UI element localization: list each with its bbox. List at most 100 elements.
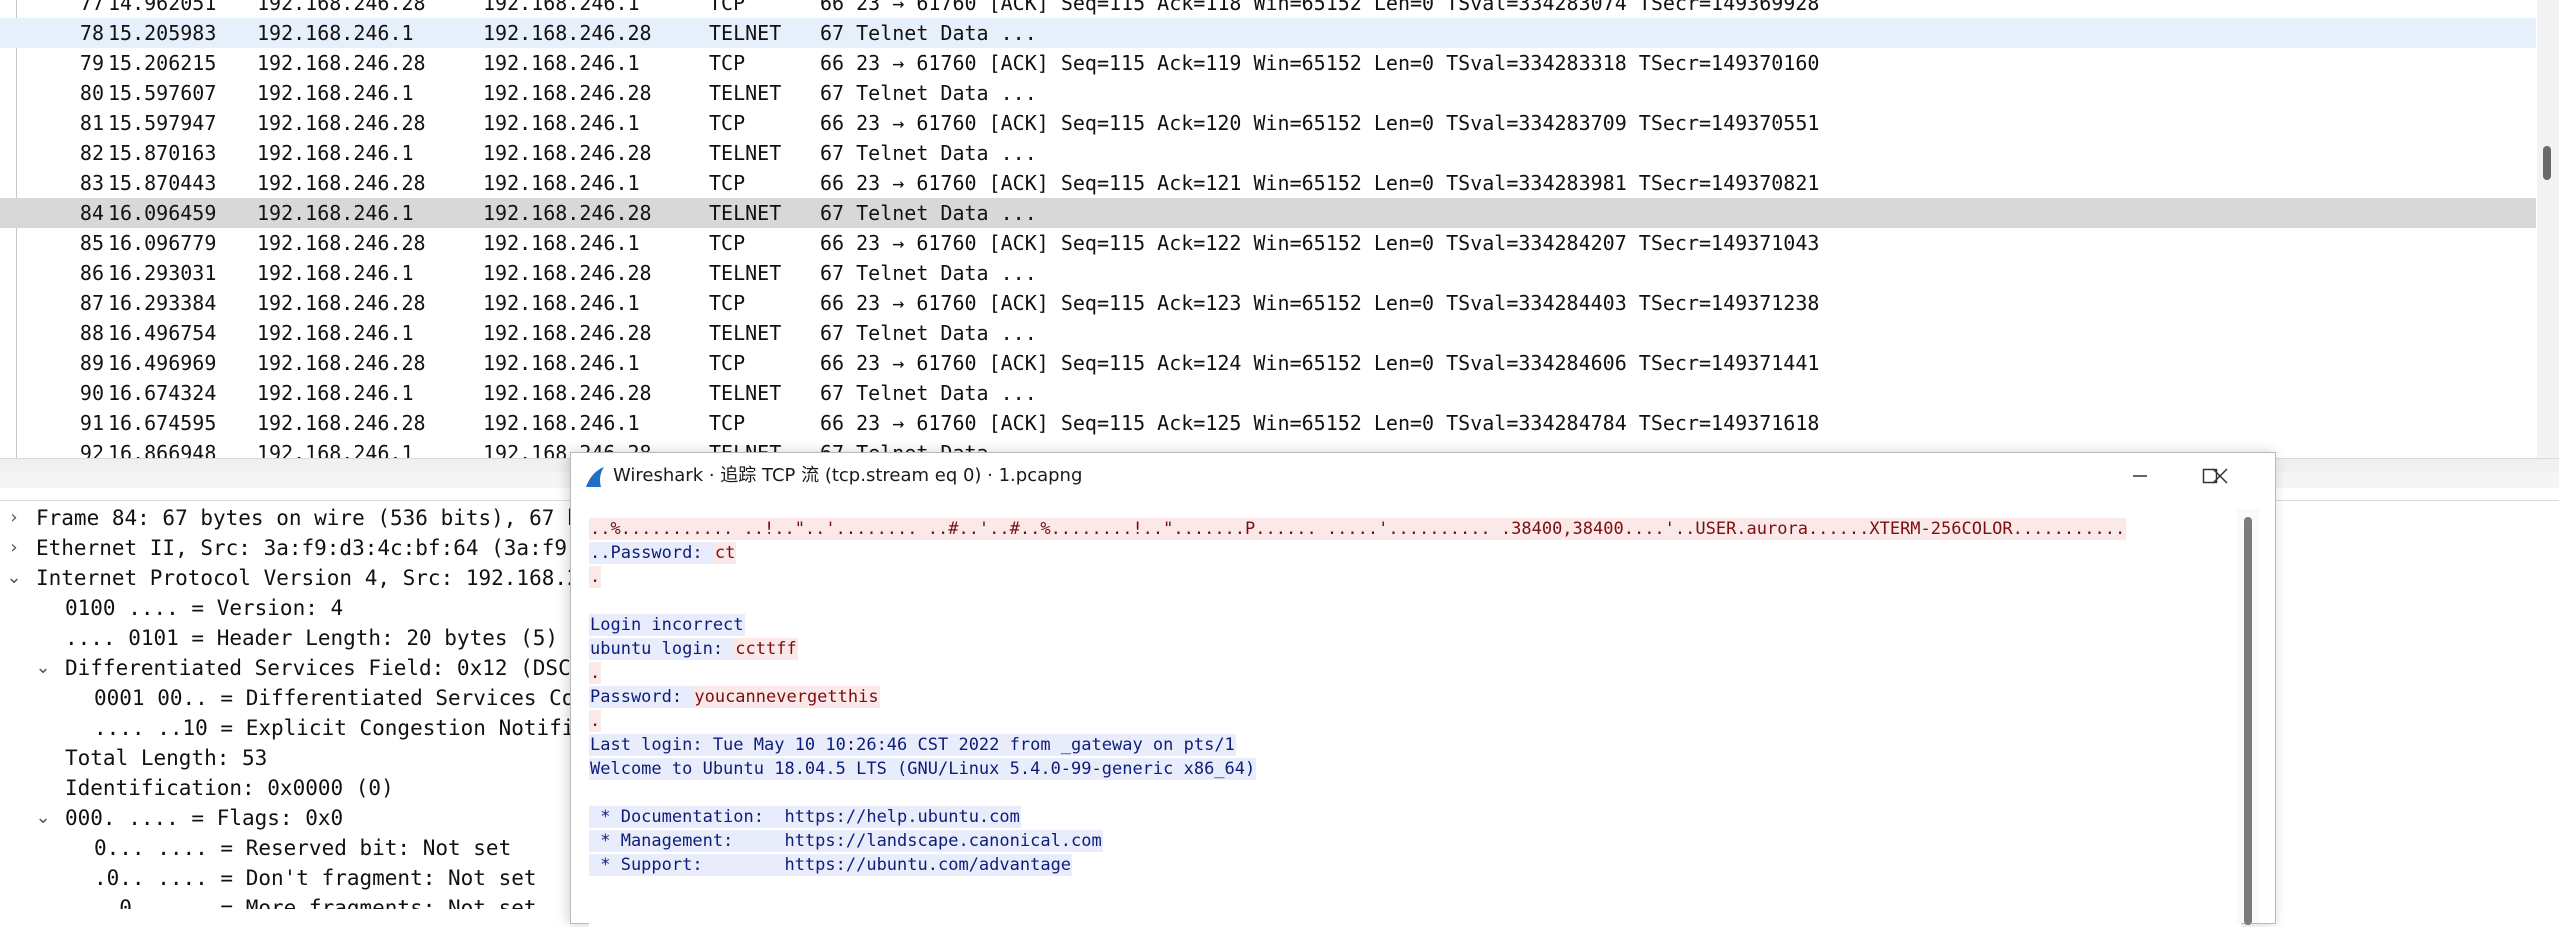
chevron-down-icon[interactable]: ⌄ — [4, 563, 24, 593]
packet-cell-dst: 192.168.246.1 — [483, 351, 640, 375]
packet-list[interactable]: 77 14.962051 192.168.246.28 192.168.246.1 TC… — [0, 0, 2559, 458]
packet-row[interactable]: 89 16.496969 192.168.246.28 192.168.246.1 TC… — [0, 348, 2536, 378]
packet-row[interactable]: 83 15.870443 192.168.246.28 192.168.246.1 TC… — [0, 168, 2536, 198]
packet-cell-time: 15.870443 — [108, 171, 217, 195]
packet-cell-proto: TCP — [709, 231, 746, 255]
packet-cell-info: 66 23 → 61760 [ACK] Seq=115 Ack=121 Win=… — [820, 171, 1820, 195]
packet-list-vscroll-thumb[interactable] — [2543, 146, 2551, 180]
packet-cell-dst: 192.168.246.1 — [483, 51, 640, 75]
packet-cell-proto: TCP — [709, 171, 746, 195]
packet-row[interactable]: 80 15.597607 192.168.246.1 192.168.246.28 TE… — [0, 78, 2536, 108]
packet-cell-time: 16.096459 — [108, 201, 217, 225]
client-data: ..%........... ..!.."..'........ ..#..'.… — [589, 518, 2127, 540]
chevron-right-icon[interactable]: › — [4, 533, 24, 563]
packet-details-tree[interactable]: › Frame 84: 67 bytes on wire (536 bits), … — [0, 503, 600, 909]
packet-cell-dst: 192.168.246.28 — [483, 201, 652, 225]
packet-cell-proto: TELNET — [709, 141, 782, 165]
detail-tree-label: Ethernet II, Src: 3a:f9:d3:4c:bf:64 (3a:… — [36, 536, 580, 560]
packet-cell-time: 16.293031 — [108, 261, 217, 285]
packet-cell-proto: TELNET — [709, 261, 782, 285]
chevron-right-icon[interactable]: › — [4, 503, 24, 533]
stream-line: * Management: https://landscape.canonica… — [589, 829, 1103, 853]
packet-row[interactable]: 82 15.870163 192.168.246.1 192.168.246.28 TE… — [0, 138, 2536, 168]
packet-cell-no: 88 — [79, 321, 104, 345]
packet-cell-info: 66 23 → 61760 [ACK] Seq=115 Ack=118 Win=… — [820, 0, 1820, 15]
packet-row[interactable]: 91 16.674595 192.168.246.28 192.168.246.1 TC… — [0, 408, 2536, 438]
packet-cell-src: 192.168.246.1 — [257, 201, 414, 225]
packet-row[interactable]: 86 16.293031 192.168.246.1 192.168.246.28 TE… — [0, 258, 2536, 288]
packet-cell-proto: TCP — [709, 411, 746, 435]
detail-tree-item[interactable]: › Ethernet II, Src: 3a:f9:d3:4c:bf:64 (3a… — [0, 533, 600, 563]
stream-vscroll-thumb[interactable] — [2244, 517, 2252, 925]
packet-cell-time: 15.597607 — [108, 81, 217, 105]
dialog-title: Wireshark · 追踪 TCP 流 (tcp.stream eq 0) ·… — [613, 465, 1083, 486]
detail-tree-label: .0.. .... = Don't fragment: Not set — [94, 866, 537, 890]
packet-cell-info: 67 Telnet Data ... — [820, 261, 1037, 285]
detail-tree-item[interactable]: 0001 00.. = Differentiated Services Co — [0, 683, 600, 713]
chevron-down-icon[interactable]: ⌄ — [33, 653, 53, 683]
packet-list-vscrollbar[interactable] — [2537, 0, 2559, 458]
detail-tree-item[interactable]: .... ..10 = Explicit Congestion Notifi — [0, 713, 600, 743]
packet-cell-src: 192.168.246.28 — [257, 351, 426, 375]
detail-tree-label: .... 0101 = Header Length: 20 bytes (5) — [65, 626, 559, 650]
packet-cell-time: 15.206215 — [108, 51, 217, 75]
detail-tree-item[interactable]: ..0. .... = More fragments: Not set — [0, 893, 600, 909]
packet-cell-src: 192.168.246.28 — [257, 291, 426, 315]
dialog-title-bar[interactable]: Wireshark · 追踪 TCP 流 (tcp.stream eq 0) ·… — [571, 453, 2275, 499]
detail-tree-item[interactable]: ⌄ 000. .... = Flags: 0x0 — [0, 803, 600, 833]
detail-tree-label: 0... .... = Reserved bit: Not set — [94, 836, 512, 860]
packet-cell-dst: 192.168.246.28 — [483, 141, 652, 165]
stream-line: ubuntu login: ccttff — [589, 637, 798, 661]
client-data: youcannevergetthis — [693, 686, 880, 708]
stream-line: Login incorrect — [589, 613, 745, 637]
detail-tree-item[interactable]: .... 0101 = Header Length: 20 bytes (5) — [0, 623, 600, 653]
packet-row[interactable]: 81 15.597947 192.168.246.28 192.168.246.1 TC… — [0, 108, 2536, 138]
packet-row[interactable]: 88 16.496754 192.168.246.1 192.168.246.28 TE… — [0, 318, 2536, 348]
client-data: . — [589, 710, 602, 732]
packet-row[interactable]: 79 15.206215 192.168.246.28 192.168.246.1 TC… — [0, 48, 2536, 78]
packet-cell-time: 16.674324 — [108, 381, 217, 405]
packet-cell-no: 78 — [79, 21, 104, 45]
stream-vscrollbar[interactable] — [2237, 509, 2259, 925]
minimize-button[interactable] — [2105, 453, 2175, 499]
packet-row[interactable]: 84 16.096459 192.168.246.1 192.168.246.28 TE… — [0, 198, 2536, 228]
stream-line: . — [589, 709, 602, 733]
wireshark-fin-icon — [586, 467, 604, 487]
packet-cell-proto: TCP — [709, 291, 746, 315]
packet-row[interactable]: 85 16.096779 192.168.246.28 192.168.246.1 TC… — [0, 228, 2536, 258]
packet-cell-info: 66 23 → 61760 [ACK] Seq=115 Ack=125 Win=… — [820, 411, 1820, 435]
detail-tree-item[interactable]: .0.. .... = Don't fragment: Not set — [0, 863, 600, 893]
packet-cell-info: 67 Telnet Data ... — [820, 81, 1037, 105]
packet-cell-time: 16.293384 — [108, 291, 217, 315]
packet-row[interactable]: 77 14.962051 192.168.246.28 192.168.246.1 TC… — [0, 0, 2536, 18]
packet-row[interactable]: 78 15.205983 192.168.246.1 192.168.246.28 TE… — [0, 18, 2536, 48]
detail-tree-item[interactable]: ⌄ Differentiated Services Field: 0x12 (DS… — [0, 653, 600, 683]
stream-line: . — [589, 661, 602, 685]
follow-tcp-stream-dialog[interactable]: Wireshark · 追踪 TCP 流 (tcp.stream eq 0) ·… — [570, 452, 2276, 927]
packet-cell-proto: TELNET — [709, 201, 782, 225]
client-data: ct — [713, 542, 737, 564]
packet-cell-src: 192.168.246.1 — [257, 261, 414, 285]
packet-row[interactable]: 90 16.674324 192.168.246.1 192.168.246.28 TE… — [0, 378, 2536, 408]
detail-tree-item[interactable]: 0... .... = Reserved bit: Not set — [0, 833, 600, 863]
detail-tree-item[interactable]: Total Length: 53 — [0, 743, 600, 773]
server-data: * Documentation: https://help.ubuntu.com — [589, 806, 1021, 828]
detail-tree-item[interactable]: › Frame 84: 67 bytes on wire (536 bits), … — [0, 503, 600, 533]
detail-tree-label: 0100 .... = Version: 4 — [65, 596, 344, 620]
packet-cell-src: 192.168.246.28 — [257, 231, 426, 255]
detail-tree-item[interactable]: Identification: 0x0000 (0) — [0, 773, 600, 803]
client-data: . — [589, 662, 602, 684]
server-data: Last login: Tue May 10 10:26:46 CST 2022… — [589, 734, 1236, 756]
server-data: Welcome to Ubuntu 18.04.5 LTS (GNU/Linux… — [589, 758, 1257, 780]
packet-cell-no: 91 — [79, 411, 104, 435]
detail-tree-item[interactable]: 0100 .... = Version: 4 — [0, 593, 600, 623]
detail-tree-item[interactable]: ⌄ Internet Protocol Version 4, Src: 192.1… — [0, 563, 600, 593]
packet-row[interactable]: 87 16.293384 192.168.246.28 192.168.246.1 TC… — [0, 288, 2536, 318]
packet-cell-proto: TELNET — [709, 321, 782, 345]
client-data: ccttff — [734, 638, 798, 660]
packet-cell-info: 66 23 → 61760 [ACK] Seq=115 Ack=124 Win=… — [820, 351, 1820, 375]
chevron-down-icon[interactable]: ⌄ — [33, 803, 53, 833]
stream-content[interactable]: ..%........... ..!.."..'........ ..#..'.… — [589, 517, 2241, 927]
server-data: * Support: https://ubuntu.com/advantage — [589, 854, 1073, 876]
close-button[interactable] — [2185, 453, 2255, 499]
